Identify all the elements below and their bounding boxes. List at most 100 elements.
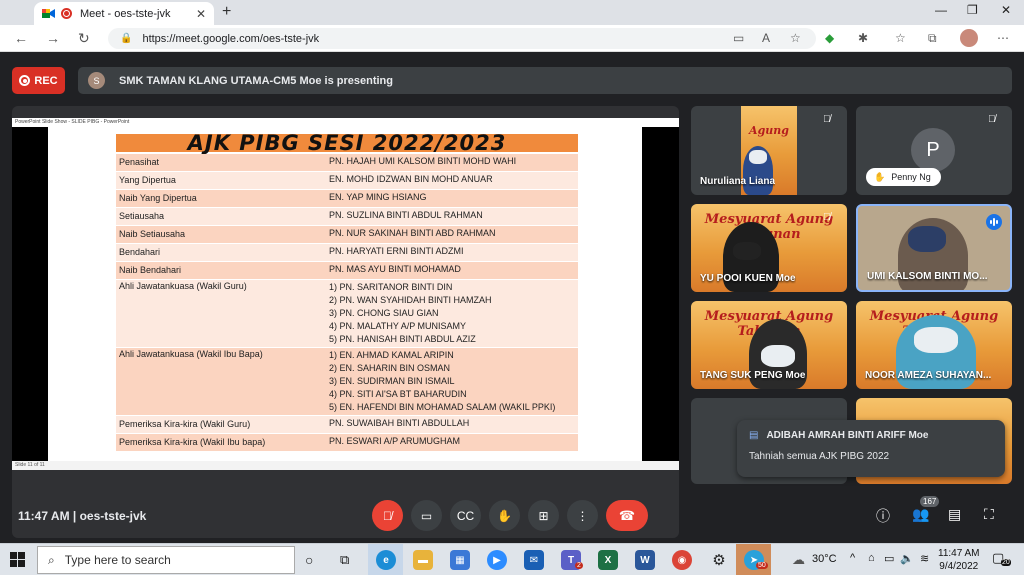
- table-row: Penasihat PN. HAJAH UMI KALSOM BINTI MOHD…: [116, 154, 578, 172]
- hand-icon: ✋: [874, 171, 886, 182]
- zoom-icon[interactable]: ▶: [487, 550, 507, 570]
- chat-notification[interactable]: ▤ ADIBAH AMRAH BINTI ARIFF Moe Tahniah s…: [737, 420, 1005, 477]
- weather-temp[interactable]: 30°C: [812, 553, 837, 565]
- lock-icon: 🔒: [120, 33, 133, 44]
- chrome-icon[interactable]: ◉: [672, 550, 692, 570]
- participant-tile[interactable]: Mesyuarat Agung Tahunan 🎙̸ YU POOI KUEN …: [691, 204, 847, 292]
- names-cell: PN. HAJAH UMI KALSOM BINTI MOHD WAHI: [326, 154, 578, 172]
- camera-button[interactable]: ▭: [411, 500, 442, 531]
- table-row: Setiausaha PN. SUZLINA BINTI ABDUL RAHMAN: [116, 207, 578, 226]
- network-icon[interactable]: ⌂: [868, 552, 875, 564]
- word-icon[interactable]: W: [635, 550, 655, 570]
- presenter-avatar: S: [88, 72, 105, 89]
- favorite-star-icon[interactable]: ☆: [790, 31, 801, 45]
- table-row: Naib Yang Dipertua EN. YAP MING HSIANG: [116, 189, 578, 208]
- member-name: 2) PN. WAN SYAHIDAH BINTI HAMZAH: [329, 295, 492, 305]
- forward-arrow-icon[interactable]: →: [46, 30, 60, 46]
- maximize-window-button[interactable]: ❐: [967, 3, 978, 17]
- presentation-slide: AJK PIBG SESI 2022/2023 Penasihat PN. HAJ…: [48, 127, 642, 461]
- url-omnibox[interactable]: 🔒 https://meet.google.com/oes-tste-jvk: [108, 28, 816, 49]
- battery-icon[interactable]: ▭: [884, 552, 894, 565]
- edge-browser-icon[interactable]: e: [376, 550, 396, 570]
- recording-button[interactable]: REC: [12, 67, 65, 94]
- table-row: Naib Bendahari PN. MAS AYU BINTI MOHAMAD: [116, 261, 578, 280]
- tab-title: Meet - oes-tste-jvk: [80, 7, 171, 20]
- role-cell: Naib Yang Dipertua: [116, 189, 326, 208]
- camera-icon[interactable]: ▭: [733, 31, 744, 45]
- browser-tab-bar: Meet - oes-tste-jvk ✕ + — ❐ ✕: [0, 0, 1024, 25]
- participant-name: UMI KALSOM BINTI MO...: [867, 271, 988, 282]
- close-window-button[interactable]: ✕: [1001, 3, 1011, 17]
- extensions-puzzle-icon[interactable]: ✱: [858, 31, 868, 45]
- role-cell: Naib Bendahari: [116, 261, 326, 280]
- back-arrow-icon[interactable]: ←: [14, 30, 28, 46]
- participant-name: Nuruliana Liana: [700, 176, 776, 187]
- tray-chevron-icon[interactable]: ^: [850, 552, 855, 564]
- microphone-off-button[interactable]: 🎙̸: [372, 500, 403, 531]
- notification-center-icon[interactable]: ▢ 20: [992, 550, 1012, 570]
- favorites-icon[interactable]: ☆: [895, 31, 906, 45]
- chat-icon[interactable]: ▤: [948, 506, 961, 523]
- role-cell: Bendahari: [116, 243, 326, 262]
- mail-icon[interactable]: ✉: [524, 550, 544, 570]
- chat-sender-row: ▤ ADIBAH AMRAH BINTI ARIFF Moe: [749, 430, 993, 441]
- settings-gear-icon[interactable]: ⚙: [709, 550, 729, 570]
- participant-tile[interactable]: 🎙̸ P ✋ Penny Ng: [856, 106, 1012, 195]
- raise-hand-button[interactable]: ✋: [489, 500, 520, 531]
- extension-icon[interactable]: ◆: [825, 31, 834, 45]
- participant-tile[interactable]: Agung 🎙̸ Nuruliana Liana: [691, 106, 847, 195]
- wifi-icon[interactable]: ≋: [920, 552, 929, 565]
- participant-avatar: P: [911, 128, 955, 172]
- reload-icon[interactable]: ↻: [78, 30, 90, 47]
- collections-icon[interactable]: ⧉: [928, 31, 937, 46]
- more-options-button[interactable]: ⋮: [567, 500, 598, 531]
- participant-name: NOOR AMEZA SUHAYAN...: [865, 370, 992, 381]
- file-explorer-icon[interactable]: ▬: [413, 550, 433, 570]
- member-name: EN. MOHD IDZWAN BIN MOHD ANUAR: [329, 174, 493, 184]
- captions-button[interactable]: CC: [450, 500, 481, 531]
- activities-icon[interactable]: ⛶: [984, 506, 994, 523]
- new-tab-button[interactable]: +: [222, 3, 231, 21]
- leave-call-button[interactable]: ☎: [606, 500, 648, 531]
- meet-logo-icon: [42, 9, 55, 18]
- face-mask: [914, 327, 958, 353]
- browser-tab-meet[interactable]: Meet - oes-tste-jvk ✕: [34, 2, 214, 25]
- names-cell: 1) PN. SARITANOR BINTI DIN 2) PN. WAN SYA…: [326, 279, 578, 348]
- participant-name-chip: ✋ Penny Ng: [866, 168, 941, 186]
- recording-indicator-icon: [61, 8, 72, 19]
- participant-tile[interactable]: Mesyuarat Agung Tahunan NOOR AMEZA SUHAY…: [856, 301, 1012, 389]
- windows-start-icon[interactable]: [10, 552, 25, 567]
- powerpoint-statusbar: Slide 11 of 11: [12, 461, 679, 470]
- weather-cloud-icon[interactable]: ☁: [792, 552, 805, 568]
- volume-icon[interactable]: 🔈: [900, 552, 914, 565]
- rec-label: REC: [34, 74, 58, 87]
- powerpoint-slideshow: PowerPoint Slide Show - SLIDE PIBG - Pow…: [12, 118, 679, 470]
- names-cell: EN. YAP MING HSIANG: [326, 189, 578, 208]
- taskbar-clock[interactable]: 11:47 AM 9/4/2022: [938, 547, 980, 573]
- more-menu-icon[interactable]: ⋯: [997, 31, 1009, 45]
- cortana-icon[interactable]: ○: [305, 552, 313, 568]
- table-row: Ahli Jawatankuasa (Wakil Ibu Bapa) 1) EN.…: [116, 347, 578, 416]
- mic-off-icon: 🎙̸: [823, 114, 831, 125]
- table-row: Yang Dipertua EN. MOHD IDZWAN BIN MOHD AN…: [116, 171, 578, 190]
- minimize-window-button[interactable]: —: [935, 3, 947, 17]
- member-name: 3) EN. SUDIRMAN BIN ISMAIL: [329, 376, 455, 386]
- powerpoint-titlebar: PowerPoint Slide Show - SLIDE PIBG - Pow…: [12, 118, 679, 127]
- people-icon[interactable]: 👥: [912, 506, 929, 523]
- excel-icon[interactable]: X: [598, 550, 618, 570]
- present-now-button[interactable]: ⊞: [528, 500, 559, 531]
- member-name: 1) PN. SARITANOR BINTI DIN: [329, 282, 453, 292]
- participant-tile[interactable]: Mesyuarat Agung Tahunan TANG SUK PENG Mo…: [691, 301, 847, 389]
- meeting-details-icon[interactable]: ⓘ: [876, 506, 890, 526]
- microsoft-store-icon[interactable]: ▦: [450, 550, 470, 570]
- tab-close-icon[interactable]: ✕: [196, 7, 206, 21]
- role-cell: Yang Dipertua: [116, 171, 326, 190]
- mic-off-icon: 🎙̸: [988, 114, 996, 125]
- taskbar-search-box[interactable]: ⌕ Type here to search: [37, 546, 295, 574]
- member-name: 3) PN. CHONG SIAU GIAN: [329, 308, 439, 318]
- profile-avatar[interactable]: [960, 29, 978, 47]
- chat-sender: ADIBAH AMRAH BINTI ARIFF Moe: [766, 430, 929, 441]
- task-view-icon[interactable]: ⧉: [340, 552, 349, 568]
- read-aloud-icon[interactable]: A: [762, 31, 770, 45]
- participant-tile-active[interactable]: UMI KALSOM BINTI MO...: [856, 204, 1012, 292]
